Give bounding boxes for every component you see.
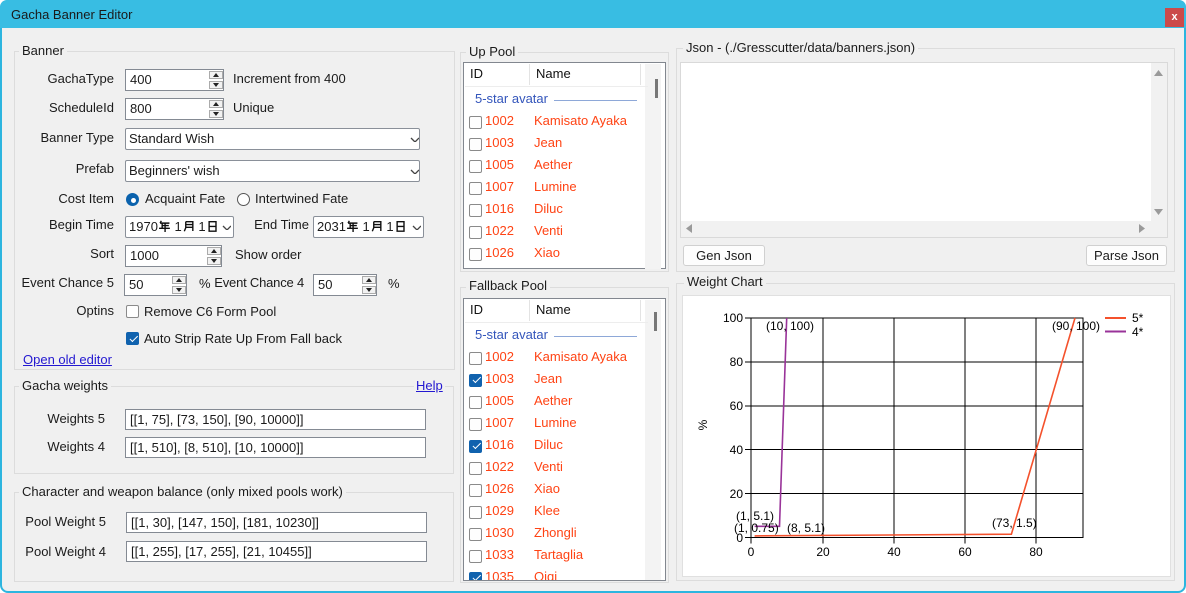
svg-text:(10, 100): (10, 100) <box>766 319 814 333</box>
svg-text:4*: 4* <box>1132 325 1144 339</box>
svg-text:80: 80 <box>1029 545 1043 559</box>
svg-text:40: 40 <box>730 443 744 457</box>
svg-text:40: 40 <box>887 545 901 559</box>
svg-text:60: 60 <box>958 545 972 559</box>
svg-text:%: % <box>696 419 710 430</box>
svg-text:20: 20 <box>816 545 830 559</box>
svg-text:5*: 5* <box>1132 311 1144 325</box>
svg-text:(90, 100): (90, 100) <box>1052 319 1100 333</box>
svg-text:(1, 0.75): (1, 0.75) <box>734 521 779 535</box>
svg-text:80: 80 <box>730 355 744 369</box>
svg-text:(73, 1.5): (73, 1.5) <box>992 516 1037 530</box>
svg-text:20: 20 <box>730 487 744 501</box>
svg-text:60: 60 <box>730 399 744 413</box>
svg-text:100: 100 <box>723 311 743 325</box>
svg-text:(8, 5.1): (8, 5.1) <box>787 521 825 535</box>
svg-text:0: 0 <box>748 545 755 559</box>
